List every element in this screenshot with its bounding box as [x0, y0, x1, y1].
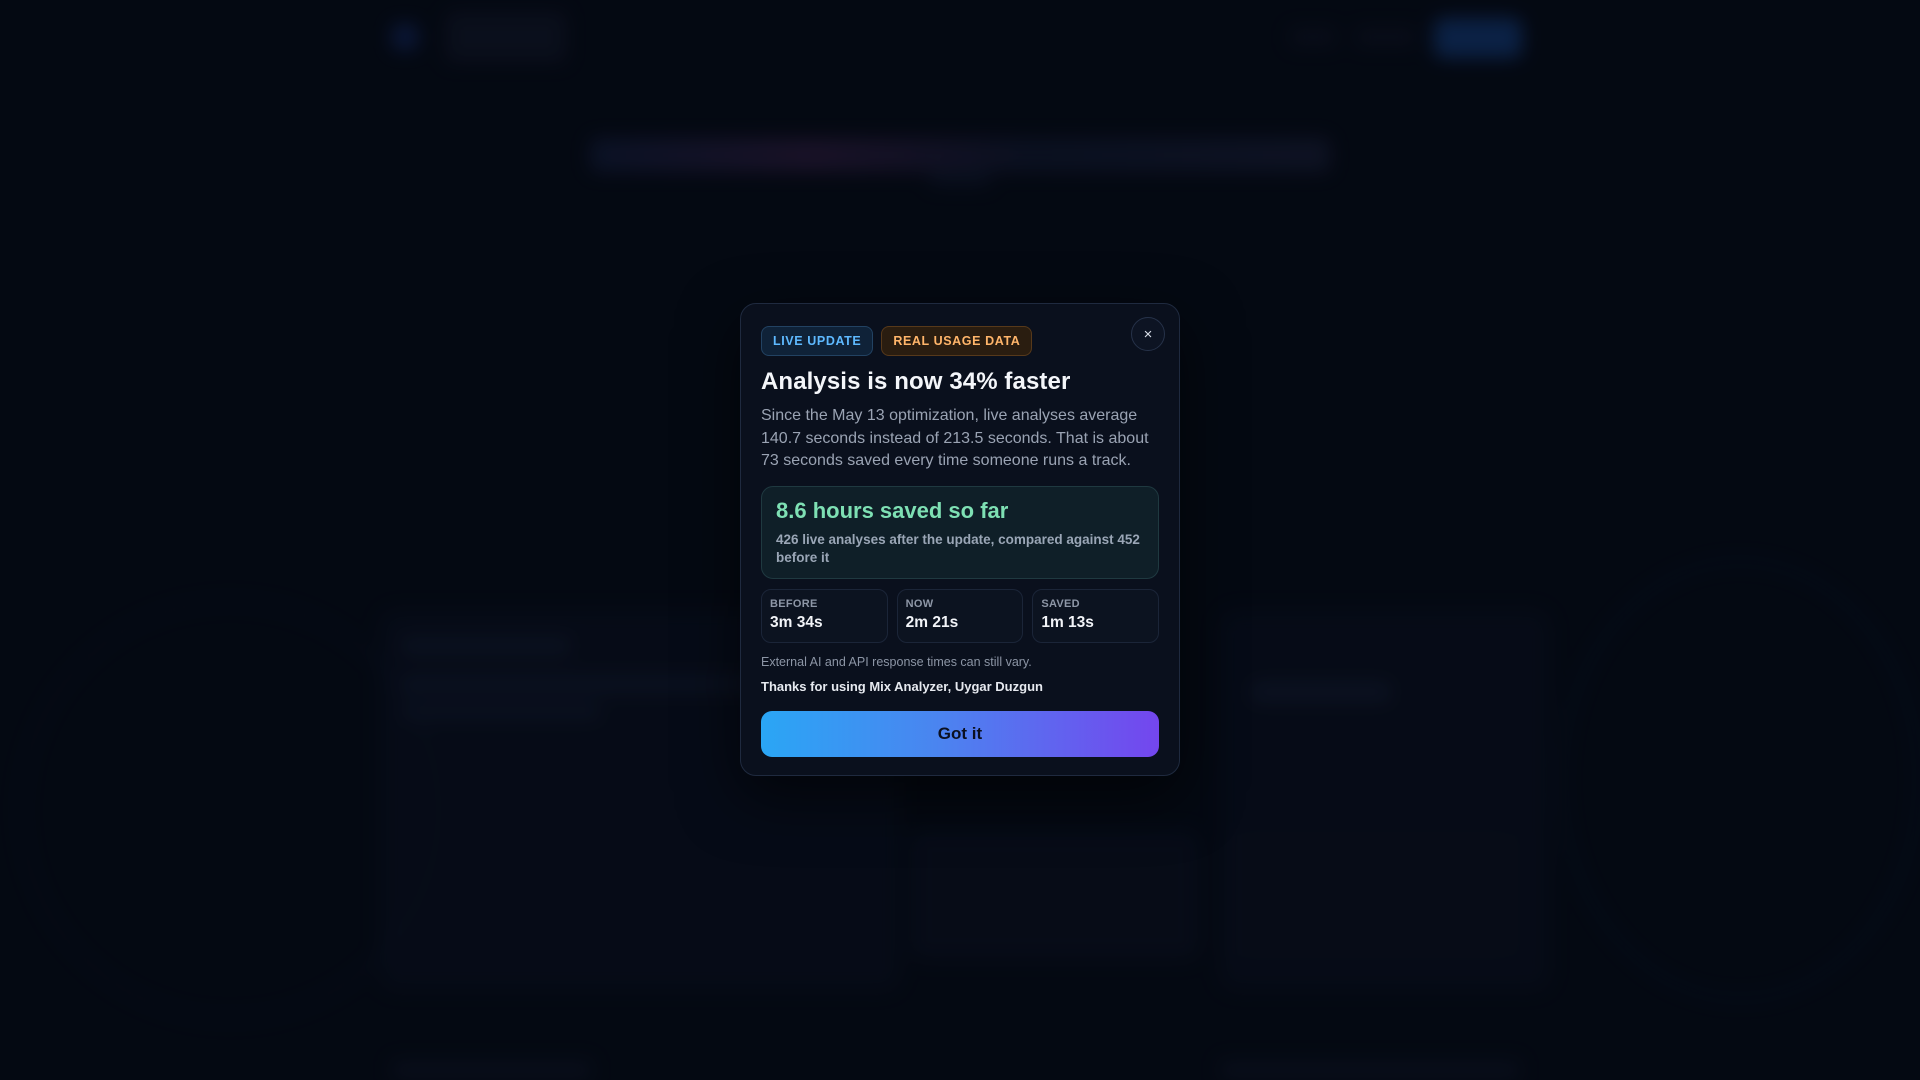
- modal-title: Analysis is now 34% faster: [761, 368, 1071, 395]
- stat-label: BEFORE: [770, 598, 818, 611]
- stat-value: 2m 21s: [905, 614, 959, 632]
- stat-label: SAVED: [1041, 598, 1080, 611]
- close-icon: ×: [1143, 325, 1153, 343]
- time-saved-title: 8.6 hours saved so far: [776, 498, 1009, 524]
- stat-saved: SAVED 1m 13s: [1032, 589, 1160, 644]
- stat-value: 3m 34s: [770, 614, 823, 632]
- live-update-badge: LIVE UPDATE: [761, 326, 874, 356]
- stat-before: BEFORE 3m 34s: [761, 589, 888, 644]
- time-saved-subtitle: 426 live analyses after the update, comp…: [776, 532, 1140, 566]
- stats-row: BEFORE 3m 34s NOW 2m 21s SAVED 1m 13s: [761, 589, 1160, 644]
- time-saved-highlight: 8.6 hours saved so far 426 live analyses…: [761, 486, 1159, 580]
- thanks-message: Thanks for using Mix Analyzer, Uygar Duz…: [761, 679, 1043, 695]
- modal-description: Since the May 13 optimization, live anal…: [761, 407, 1149, 470]
- real-usage-data-badge: REAL USAGE DATA: [881, 326, 1033, 356]
- got-it-button[interactable]: Got it: [761, 711, 1159, 758]
- badge-row: LIVE UPDATE REAL USAGE DATA: [761, 326, 1159, 356]
- variance-note: External AI and API response times can s…: [761, 655, 1032, 670]
- stat-value: 1m 13s: [1041, 614, 1094, 632]
- close-button[interactable]: ×: [1131, 317, 1165, 351]
- update-modal: × LIVE UPDATE REAL USAGE DATA Analysis i…: [740, 303, 1180, 776]
- stat-now: NOW 2m 21s: [896, 589, 1024, 644]
- stat-label: NOW: [905, 598, 934, 611]
